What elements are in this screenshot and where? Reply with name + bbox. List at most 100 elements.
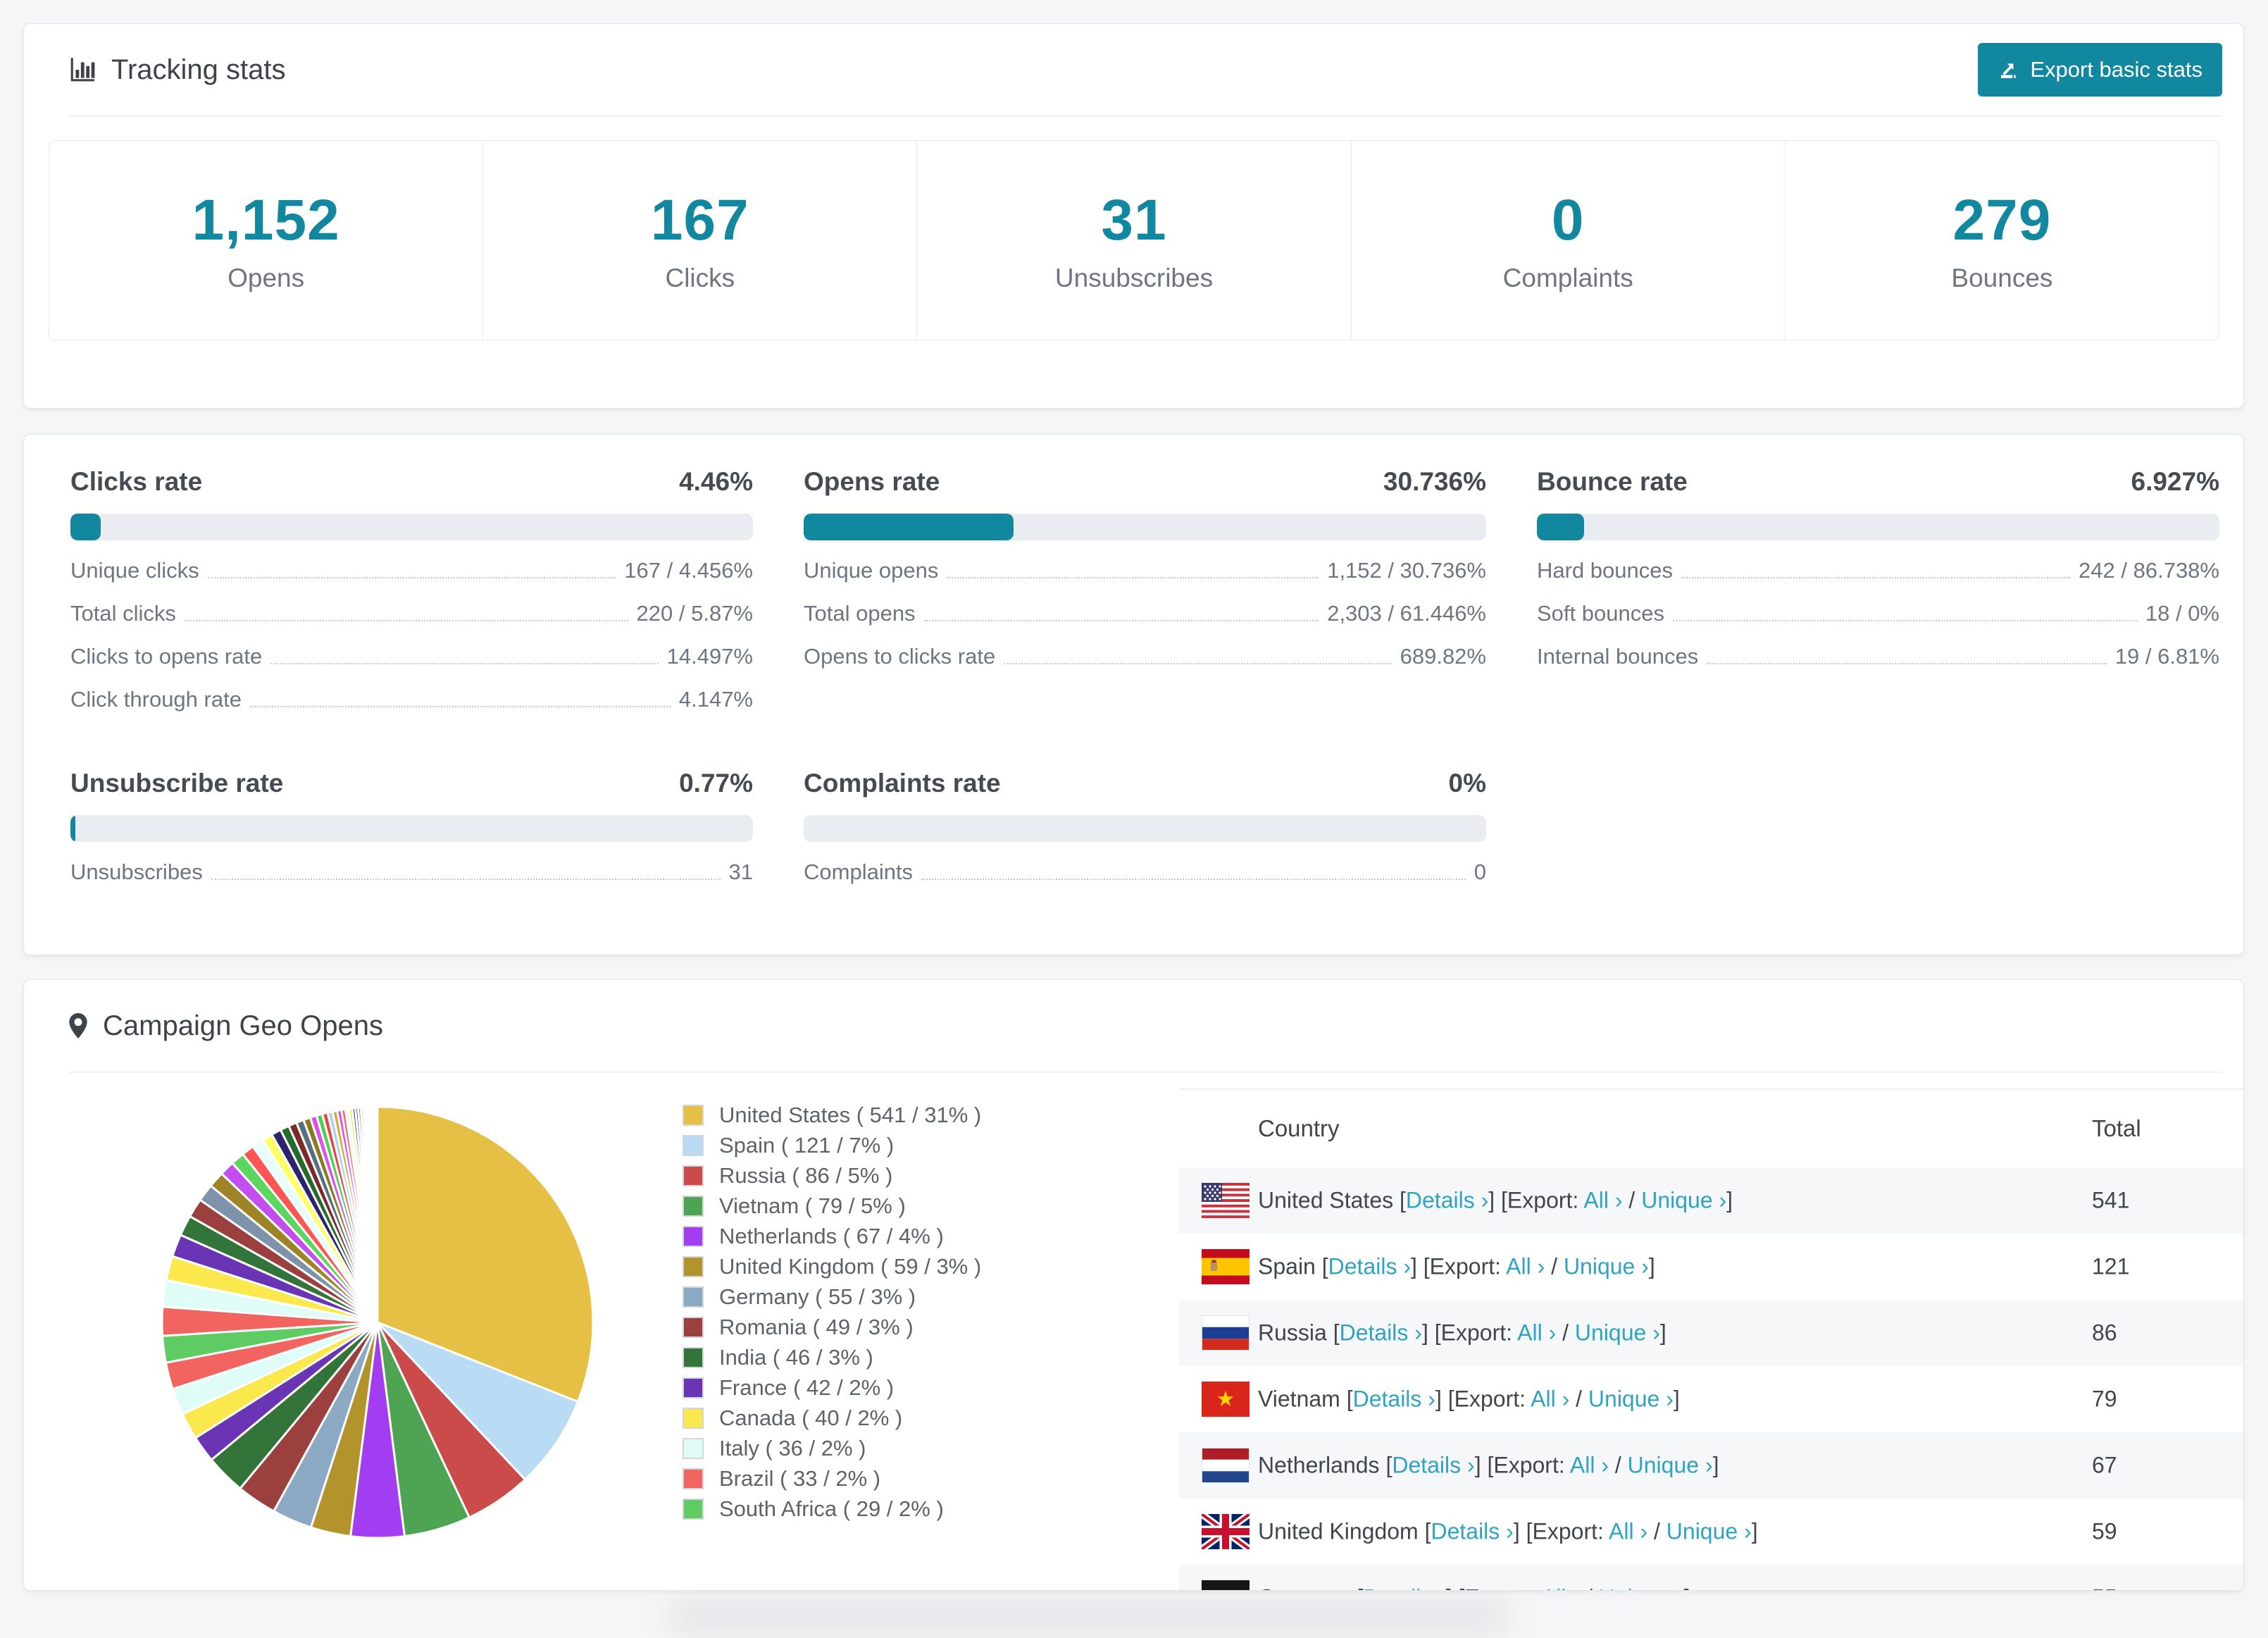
export-basic-stats-button[interactable]: Export basic stats — [1978, 43, 2222, 97]
country-name: Germany — [1258, 1585, 1351, 1591]
legend-label: United States ( 541 / 31% ) — [719, 1102, 982, 1127]
country-total: 55 — [2092, 1585, 2117, 1591]
stat-row: Unique opens 1,152 / 30.736% — [804, 557, 1486, 583]
legend-item[interactable]: France ( 42 / 2% ) — [683, 1372, 981, 1403]
legend-swatch — [683, 1498, 704, 1520]
tracking-stats-header: Tracking stats Export basic stats — [24, 24, 2243, 116]
legend-item[interactable]: South Africa ( 29 / 2% ) — [683, 1494, 981, 1524]
legend-swatch — [683, 1195, 704, 1217]
stat-row-value: 19 / 6.81% — [2114, 644, 2219, 669]
export-unique-link[interactable]: Unique › — [1588, 1386, 1674, 1412]
legend-label: France ( 42 / 2% ) — [719, 1375, 895, 1400]
stat-row-value: 0 — [1473, 860, 1486, 884]
opens-label: Opens — [228, 263, 305, 292]
country-total: 79 — [2092, 1386, 2117, 1412]
legend-swatch — [683, 1255, 704, 1277]
unsubscribes-label: Unsubscribes — [1054, 263, 1214, 292]
country-cell: Russia [Details ›] [Export: All › / Uniq… — [1258, 1320, 1666, 1346]
opens-rate-value: 30.736% — [1383, 467, 1486, 496]
export-unique-link[interactable]: Unique › — [1564, 1254, 1649, 1279]
stat-row-value: 167 / 4.456% — [624, 558, 753, 583]
page-bottom-shadow — [669, 1599, 1507, 1635]
export-all-link[interactable]: All › — [1517, 1320, 1556, 1346]
details-link[interactable]: Details › — [1392, 1453, 1474, 1478]
tracking-stats-title-text: Tracking stats — [111, 54, 286, 85]
details-link[interactable]: Details › — [1431, 1519, 1513, 1544]
legend-label: Brazil ( 33 / 2% ) — [719, 1465, 881, 1491]
legend-item[interactable]: United States ( 541 / 31% ) — [683, 1100, 981, 1130]
dotted-leader — [270, 663, 659, 664]
details-link[interactable]: Details › — [1340, 1320, 1422, 1346]
campaign-geo-opens-card: Campaign Geo Opens United States ( 541 /… — [23, 979, 2244, 1591]
export-all-link[interactable]: All › — [1541, 1585, 1580, 1591]
opens-rate-block: Opens rate 30.736% Unique opens 1,152 / 3… — [804, 467, 1486, 712]
legend-item[interactable]: Canada ( 40 / 2% ) — [683, 1403, 981, 1433]
details-link[interactable]: Details › — [1353, 1386, 1435, 1412]
export-unique-link[interactable]: Unique › — [1666, 1519, 1752, 1544]
complaints-rate-title: Complaints rate — [804, 769, 1001, 798]
legend-item[interactable]: Spain ( 121 / 7% ) — [683, 1130, 981, 1160]
bounce-rate-value: 6.927% — [2131, 467, 2220, 496]
details-link[interactable]: Details › — [1363, 1585, 1445, 1591]
export-all-link[interactable]: All › — [1531, 1386, 1569, 1412]
clicks-rate-block: Clicks rate 4.46% Unique clicks 167 / 4.4… — [70, 467, 753, 712]
details-link[interactable]: Details › — [1328, 1254, 1411, 1279]
legend-item[interactable]: Germany ( 55 / 3% ) — [683, 1282, 981, 1312]
stat-row-value: 14.497% — [666, 644, 753, 669]
clicks-label: Clicks — [665, 263, 735, 292]
export-unique-link[interactable]: Unique › — [1599, 1585, 1684, 1591]
opens-rate-title: Opens rate — [804, 467, 940, 496]
export-all-link[interactable]: All › — [1609, 1519, 1647, 1544]
legend-label: Romania ( 49 / 3% ) — [719, 1314, 914, 1339]
stat-row: Click through rate 4.147% — [70, 686, 753, 712]
clicks-rate-title: Clicks rate — [70, 467, 203, 496]
legend-item[interactable]: Brazil ( 33 / 2% ) — [683, 1463, 981, 1494]
complaints-rate-value: 0% — [1448, 769, 1486, 798]
stat-row: Total opens 2,303 / 61.446% — [804, 600, 1486, 626]
country-total: 541 — [2092, 1187, 2130, 1213]
summary-stats-box: 1,152 Opens 167 Clicks 31 Unsubscribes 0… — [49, 140, 2219, 340]
es-flag — [1202, 1249, 1250, 1284]
stat-row-label: Internal bounces — [1537, 644, 1699, 669]
map-pin-icon — [69, 1013, 87, 1038]
dotted-leader — [184, 620, 628, 621]
geo-table: Country Total United States [Details ›] [E… — [1179, 1088, 2243, 1591]
unsubscribes-count: 31 — [1101, 188, 1167, 252]
country-name: Netherlands — [1258, 1452, 1380, 1478]
stat-row-label: Clicks to opens rate — [70, 644, 263, 669]
tracking-stats-title: Tracking stats — [69, 54, 285, 86]
header-divider — [69, 116, 2222, 117]
export-unique-link[interactable]: Unique › — [1628, 1453, 1713, 1478]
stat-row-value: 220 / 5.87% — [636, 601, 753, 626]
legend-item[interactable]: Romania ( 49 / 3% ) — [683, 1312, 981, 1342]
geo-opens-pie-chart — [161, 1105, 594, 1539]
stat-row-label: Unique clicks — [70, 558, 199, 583]
country-cell: Spain [Details ›] [Export: All › / Uniqu… — [1258, 1253, 1655, 1279]
legend-label: Vietnam ( 79 / 5% ) — [719, 1193, 906, 1218]
vn-flag — [1202, 1382, 1250, 1417]
stat-row-label: Unique opens — [804, 558, 939, 583]
legend-item[interactable]: Italy ( 36 / 2% ) — [683, 1433, 981, 1463]
geo-table-row: Russia [Details ›] [Export: All › / Uniq… — [1179, 1300, 2243, 1366]
details-link[interactable]: Details › — [1406, 1188, 1488, 1213]
legend-item[interactable]: United Kingdom ( 59 / 3% ) — [683, 1251, 981, 1282]
legend-item[interactable]: Russia ( 86 / 5% ) — [683, 1160, 981, 1191]
country-total: 67 — [2092, 1452, 2117, 1478]
legend-item[interactable]: India ( 46 / 3% ) — [683, 1342, 981, 1372]
geo-title: Campaign Geo Opens — [69, 1010, 383, 1042]
legend-item[interactable]: Netherlands ( 67 / 4% ) — [683, 1221, 981, 1251]
export-unique-link[interactable]: Unique › — [1575, 1320, 1660, 1346]
geo-table-row: United Kingdom [Details ›] [Export: All … — [1179, 1499, 2243, 1565]
stat-row-label: Soft bounces — [1537, 601, 1664, 626]
legend-label: India ( 46 / 3% ) — [719, 1344, 873, 1370]
export-all-link[interactable]: All › — [1570, 1453, 1609, 1478]
de-flag — [1202, 1580, 1250, 1590]
legend-item[interactable]: Vietnam ( 79 / 5% ) — [683, 1191, 981, 1221]
stat-row: Unsubscribes 31 — [70, 859, 753, 885]
export-unique-link[interactable]: Unique › — [1641, 1188, 1726, 1213]
legend-label: Germany ( 55 / 3% ) — [719, 1284, 916, 1309]
stat-row-value: 1,152 / 30.736% — [1327, 558, 1486, 583]
export-all-link[interactable]: All › — [1583, 1188, 1622, 1213]
export-all-link[interactable]: All › — [1506, 1254, 1545, 1279]
stat-row-label: Total opens — [804, 601, 916, 626]
